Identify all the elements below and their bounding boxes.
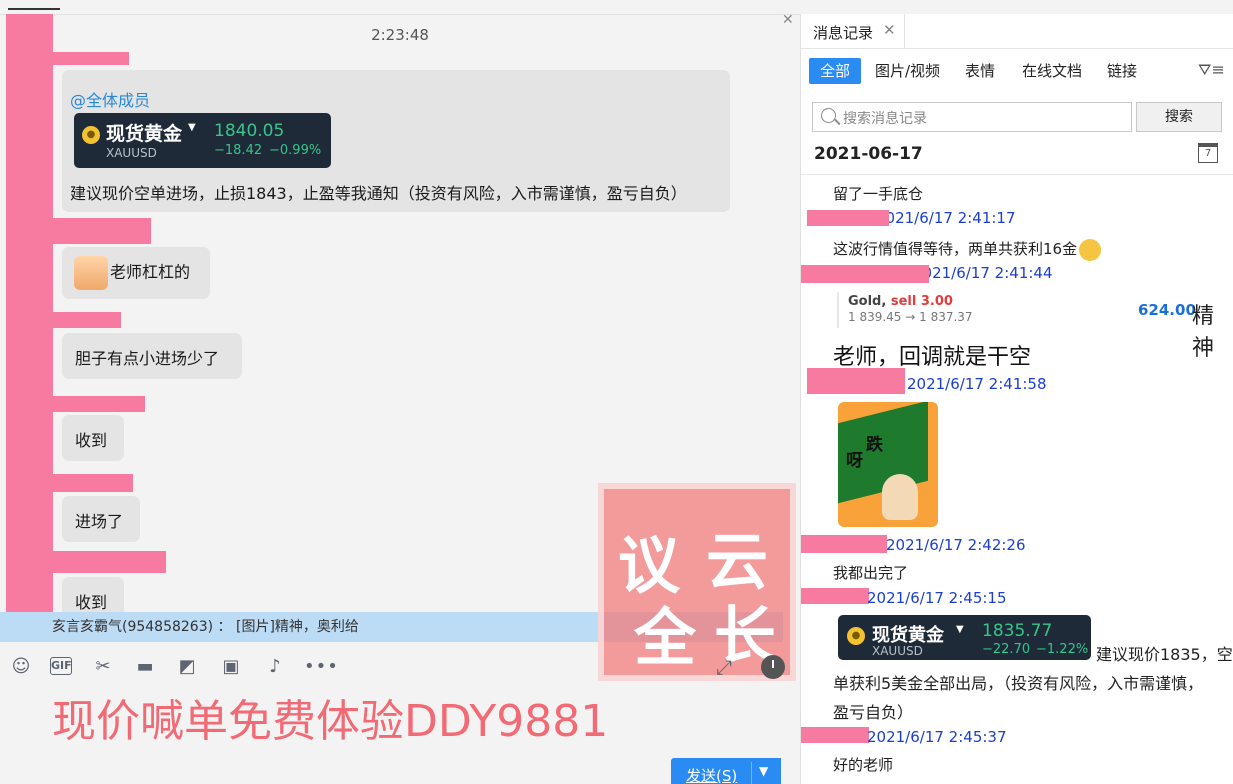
message-bubble[interactable]: 胆子有点小进场少了: [62, 333, 242, 379]
gif-icon[interactable]: GIF: [50, 657, 72, 675]
history-message: 老师，回调就是干空: [833, 345, 1032, 370]
redacted-sender: [53, 52, 129, 65]
search-icon: [821, 108, 836, 123]
ticker-symbol: XAUUSD: [872, 644, 923, 658]
thumbs-up-icon: [74, 256, 108, 290]
history-message: 我都出完了: [833, 564, 909, 582]
emoji-icon[interactable]: ☺: [10, 657, 32, 677]
top-divider: [0, 14, 800, 15]
ticker-change: −22.70: [982, 642, 1031, 657]
folder-icon[interactable]: ▬: [134, 657, 156, 677]
redacted-sender: [801, 588, 869, 604]
redacted-sender: [53, 312, 121, 328]
date-header: 2021-06-17: [814, 144, 923, 164]
message-bubble[interactable]: 收到: [62, 577, 124, 617]
redacted-sender: [53, 396, 145, 412]
history-message: 建议现价1835，空: [1096, 645, 1233, 664]
clapping-icon: [1079, 238, 1102, 261]
redacted-sender: [53, 474, 133, 492]
tab-message-history[interactable]: 消息记录 ✕: [801, 14, 905, 48]
scissors-icon[interactable]: ✂: [92, 657, 114, 677]
redacted-sender: [53, 218, 151, 244]
history-message: 单获利5美金全部出局，（投资有风险，入市需谨慎，: [833, 674, 1204, 693]
chat-window: ✕ 2:23:48 @全体成员 ● 现货黄金 ▼ XAUUSD 1840.05 …: [0, 0, 800, 784]
sticker-image[interactable]: 跌 呀: [838, 402, 938, 527]
redacted-avatars: [6, 14, 53, 626]
history-message: 这波行情值得等待，两单共获利16金: [833, 238, 1102, 261]
filter-docs[interactable]: 在线文档: [1022, 58, 1082, 84]
ticker-price: 1840.05: [214, 121, 285, 141]
history-time: 2021/6/17 2:45:37: [867, 728, 1007, 746]
filter-icon[interactable]: ⛛≡: [1198, 60, 1225, 80]
expand-icon[interactable]: ⤢: [716, 655, 732, 679]
search-button[interactable]: 搜索: [1136, 102, 1222, 132]
filter-links[interactable]: 链接: [1107, 58, 1137, 84]
history-message: 留了一手底仓: [833, 185, 924, 203]
redacted-sender: [801, 535, 887, 553]
filter-emoji[interactable]: 表情: [965, 58, 995, 84]
history-message: 盈亏自负）: [833, 703, 914, 722]
history-time: 2021/6/17 2:41:17: [876, 209, 1016, 227]
tab-indicator: [8, 8, 60, 10]
ticker-name: 现货黄金: [106, 123, 183, 145]
ticker-card[interactable]: ● 现货黄金 ▼ XAUUSD 1840.05 −18.42 −0.99%: [74, 113, 331, 168]
promo-overlay-text: 现价喊单免费体验DDY9881: [52, 696, 609, 747]
message-text: 建议现价空单进场，止损1843，止盈等我通知（投资有风险，入市需谨慎，盈亏自负）: [70, 184, 687, 203]
message-text: 收到: [75, 431, 108, 450]
history-message: 精神: [1192, 304, 1215, 361]
message-bubble[interactable]: 进场了: [62, 496, 140, 542]
message-text: 老师杠杠的: [110, 262, 191, 282]
ticker-symbol: XAUUSD: [106, 146, 157, 160]
redacted-sender: [807, 368, 905, 394]
message-text: 收到: [75, 593, 108, 612]
chevron-down-icon[interactable]: ▼: [759, 764, 768, 778]
baby-figure-icon: [882, 474, 918, 520]
history-message: 好的老师: [833, 756, 894, 774]
gold-coin-icon: ●: [82, 126, 100, 144]
history-time: 2021/6/17 2:45:15: [867, 589, 1007, 607]
gold-coin-icon: ●: [847, 627, 865, 645]
redacted-sender: [801, 727, 869, 743]
filter-all[interactable]: 全部: [809, 58, 862, 84]
message-bubble[interactable]: 老师杠杠的: [62, 247, 210, 299]
history-time: 2021/6/17 2:41:44: [913, 264, 1053, 282]
calendar-icon[interactable]: 7: [1198, 143, 1218, 163]
image-icon[interactable]: ▣: [220, 657, 242, 677]
message-timestamp: 2:23:48: [371, 26, 429, 44]
dropdown-caret-icon[interactable]: ▼: [956, 624, 964, 635]
ticker-card[interactable]: ● 现货黄金 ▼ XAUUSD 1835.77 −22.70 −1.22%: [838, 615, 1091, 660]
clock-icon[interactable]: [761, 655, 785, 679]
message-history-panel: 消息记录 ✕ 全部 图片/视频 表情 在线文档 链接 ⛛≡ 搜索消息记录 搜索 …: [800, 14, 1233, 784]
message-text: 进场了: [75, 512, 124, 531]
redacted-sender: [801, 265, 929, 283]
message-bubble[interactable]: @全体成员 ● 现货黄金 ▼ XAUUSD 1840.05 −18.42 −0.…: [62, 70, 730, 212]
message-text: 胆子有点小进场少了: [75, 349, 220, 368]
watermark-char: 全: [634, 601, 697, 674]
history-time: 2021/6/17 2:42:26: [886, 536, 1026, 554]
search-input[interactable]: 搜索消息记录: [812, 102, 1132, 132]
ticker-price: 1835.77: [982, 621, 1053, 641]
bell-icon[interactable]: ♪: [264, 657, 286, 677]
redacted-sender: [53, 551, 166, 573]
watermark-seal: 议 云 全 长: [598, 483, 796, 681]
ticker-change: −18.42: [214, 143, 263, 158]
send-button[interactable]: 发送(S) ▼: [671, 758, 781, 784]
message-bubble[interactable]: 收到: [62, 415, 124, 461]
more-icon[interactable]: •••: [304, 657, 338, 677]
ticker-percent: −0.99%: [269, 143, 322, 158]
mention-all[interactable]: @全体成员: [70, 87, 150, 111]
screenshot-icon[interactable]: ◩: [176, 657, 198, 677]
trade-image[interactable]: Gold, sell 3.00 1 839.45 → 1 837.37 624.…: [837, 292, 1196, 328]
history-time: 2021/6/17 2:41:58: [907, 375, 1047, 393]
redacted-sender: [807, 210, 889, 226]
dropdown-caret-icon[interactable]: ▼: [188, 122, 196, 133]
filter-media[interactable]: 图片/视频: [875, 58, 940, 84]
ticker-percent: −1.22%: [1036, 642, 1089, 657]
close-icon[interactable]: ✕: [883, 21, 896, 39]
